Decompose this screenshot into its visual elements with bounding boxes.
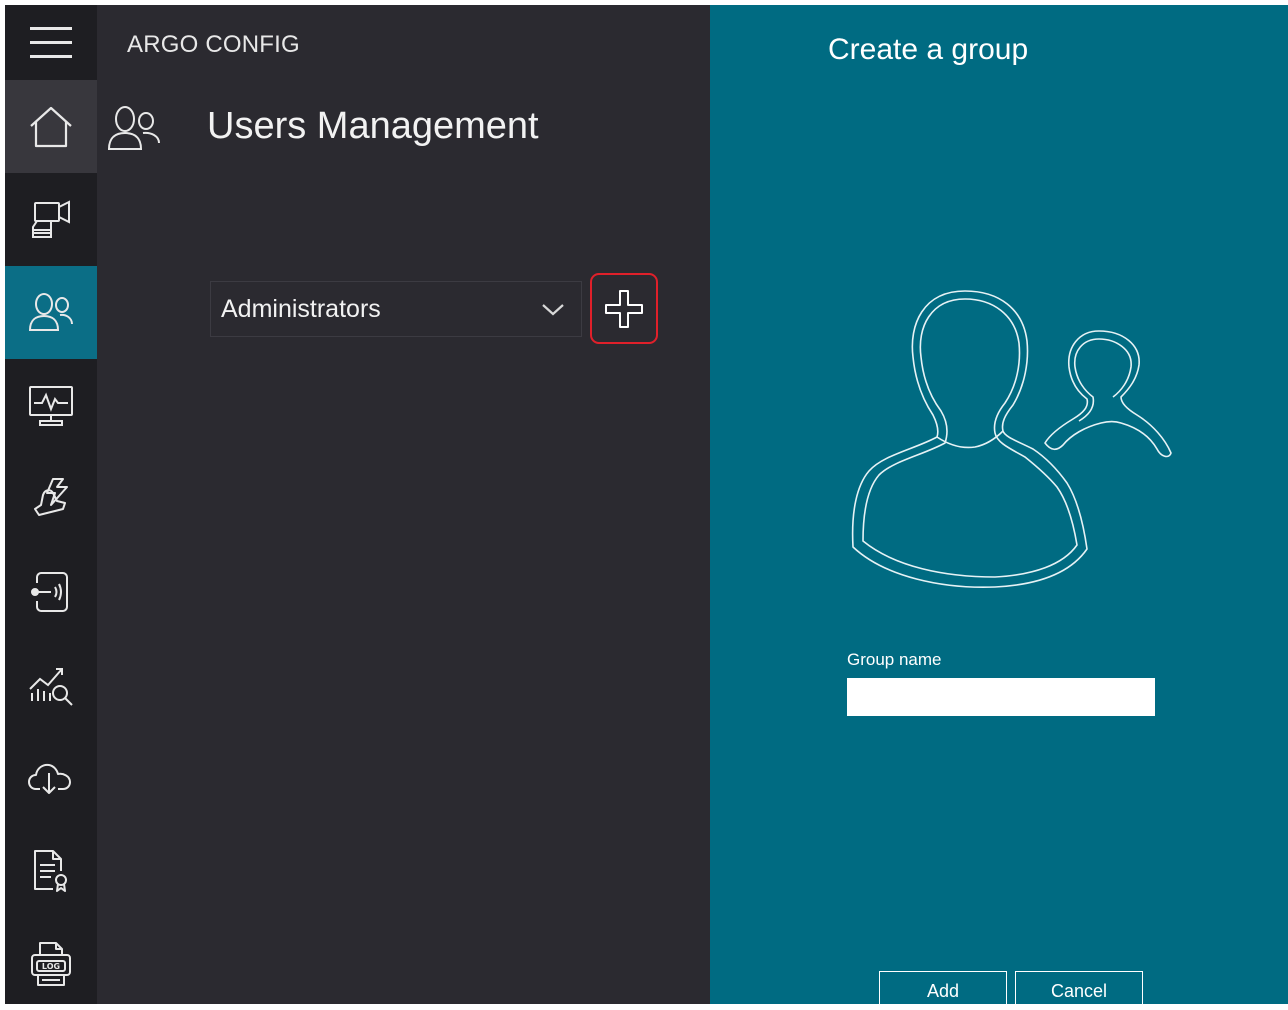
page-title: Users Management: [207, 105, 539, 147]
sidebar-item-camera[interactable]: [5, 173, 97, 266]
user-group-icon: [851, 290, 1172, 589]
sidebar: LOG: [5, 5, 97, 1004]
sidebar-item-analytics[interactable]: [5, 638, 97, 731]
app-window: LOG ARGO CONFIG Users Management Adminis…: [5, 5, 1288, 1007]
sidebar-item-monitor[interactable]: [5, 359, 97, 452]
add-group-button[interactable]: [590, 273, 658, 344]
users-icon: [28, 292, 73, 331]
chevron-down-icon: [542, 304, 564, 316]
group-name-input[interactable]: [847, 678, 1155, 716]
monitor-pulse-icon: [29, 385, 73, 426]
panel-title: Create a group: [828, 33, 1029, 66]
home-icon: [30, 106, 72, 147]
access-card-icon: [31, 571, 68, 612]
cancel-button[interactable]: Cancel: [1015, 971, 1143, 1007]
add-button[interactable]: Add: [879, 971, 1007, 1007]
cloud-download-icon: [28, 763, 71, 794]
users-icon: [107, 106, 160, 150]
log-printer-icon: LOG: [31, 941, 71, 986]
group-select[interactable]: Administrators: [210, 281, 582, 337]
alarm-bell-icon: [34, 477, 68, 516]
sidebar-item-license[interactable]: [5, 824, 97, 917]
sidebar-item-alarm[interactable]: [5, 452, 97, 545]
sidebar-item-log[interactable]: LOG: [5, 917, 97, 1010]
group-name-label: Group name: [847, 650, 942, 669]
analytics-search-icon: [29, 667, 73, 706]
group-select-value: Administrators: [221, 294, 381, 323]
create-group-panel: Create a group Group name Add Cancel: [710, 5, 1288, 1007]
app-title: ARGO CONFIG: [127, 31, 300, 58]
camera-device-icon: [32, 199, 70, 238]
hamburger-menu-button[interactable]: [5, 5, 97, 80]
svg-text:LOG: LOG: [42, 962, 60, 971]
plus-icon: [605, 289, 643, 328]
hamburger-icon: [30, 26, 72, 58]
sidebar-item-home[interactable]: [5, 80, 97, 173]
sidebar-item-access[interactable]: [5, 545, 97, 638]
license-document-icon: [34, 849, 67, 892]
page-header-icon: [105, 103, 163, 162]
sidebar-item-cloud[interactable]: [5, 731, 97, 824]
sidebar-item-users[interactable]: [5, 266, 97, 359]
